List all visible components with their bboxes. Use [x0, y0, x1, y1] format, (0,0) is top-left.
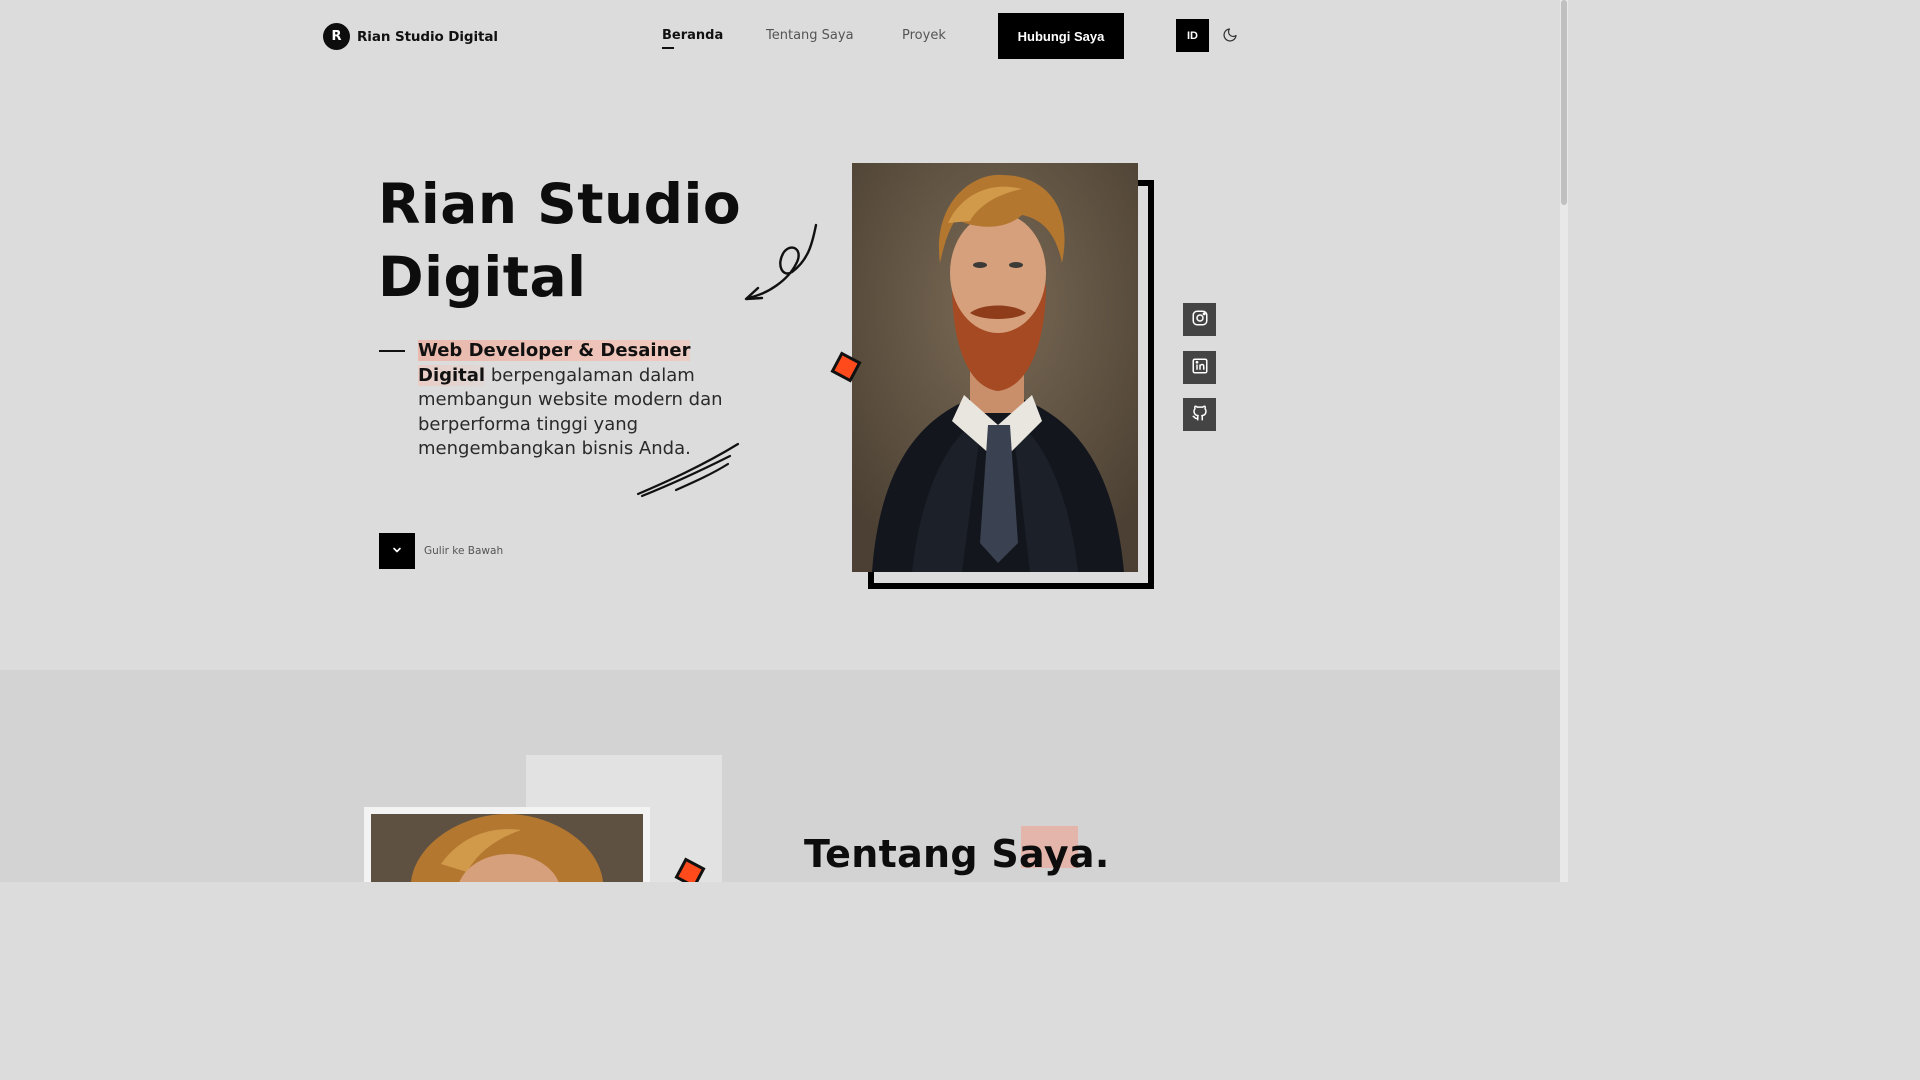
nav-link-proyek[interactable]: Proyek — [902, 28, 946, 43]
nav-link-beranda[interactable]: Beranda — [662, 28, 723, 43]
language-button[interactable]: ID — [1176, 19, 1209, 52]
theme-toggle-button[interactable] — [1219, 25, 1241, 47]
logo-link[interactable]: R Rian Studio Digital — [323, 23, 498, 50]
about-portrait-image — [371, 814, 643, 882]
instagram-button[interactable] — [1183, 303, 1216, 336]
github-button[interactable] — [1183, 398, 1216, 431]
site-header: R Rian Studio Digital Beranda Tentang Sa… — [0, 0, 1560, 72]
hero-title: Rian Studio Digital — [378, 168, 798, 314]
about-orange-diamond-icon — [674, 857, 706, 882]
orange-diamond-icon — [830, 351, 862, 383]
nav-link-tentang-saya[interactable]: Tentang Saya — [766, 28, 854, 43]
hero-title-line-2: Digital — [378, 245, 587, 309]
hero-portrait-image — [852, 163, 1138, 572]
chevron-down-icon — [391, 544, 403, 559]
description-dash — [379, 350, 405, 352]
about-section — [0, 670, 1560, 882]
linkedin-button[interactable] — [1183, 351, 1216, 384]
arrow-doodle-icon — [744, 223, 818, 301]
about-title: Tentang Saya. — [804, 832, 1110, 876]
contact-button[interactable]: Hubungi Saya — [998, 13, 1124, 59]
moon-icon — [1222, 27, 1238, 46]
logo-text: Rian Studio Digital — [357, 28, 498, 45]
nav-active-indicator — [662, 47, 674, 49]
logo-mark: R — [323, 23, 350, 50]
scroll-down-label: Gulir ke Bawah — [424, 545, 504, 557]
github-icon — [1191, 404, 1209, 425]
scribble-doodle-icon — [636, 442, 740, 498]
linkedin-icon — [1191, 357, 1209, 378]
page-scrollbar-thumb[interactable] — [1561, 0, 1567, 205]
scroll-down-button[interactable] — [379, 533, 415, 569]
instagram-icon — [1191, 309, 1209, 330]
hero-title-line-1: Rian Studio — [378, 172, 742, 236]
